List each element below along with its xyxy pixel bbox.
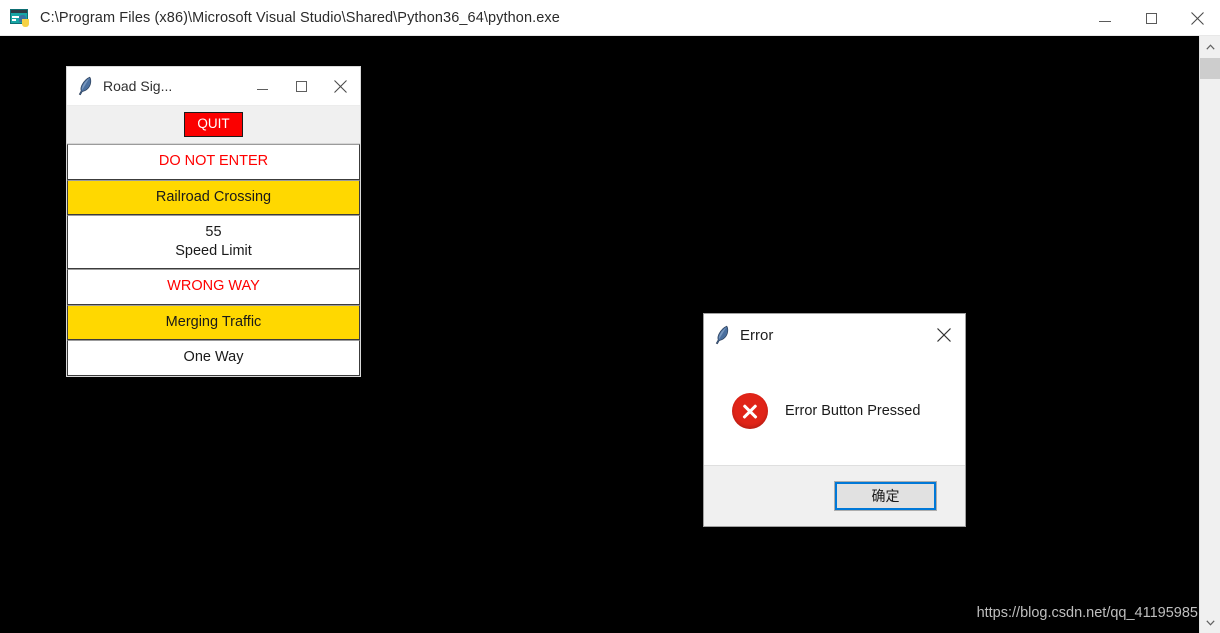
road-signs-titlebar: Road Sig... — [67, 67, 360, 106]
error-dialog-title: Error — [740, 326, 774, 344]
road-sign-button[interactable]: Railroad Crossing — [67, 179, 360, 216]
road-sign-button-label: WRONG WAY — [167, 278, 260, 295]
python-console-icon — [9, 7, 31, 29]
road-sign-button-label: 55 — [205, 224, 222, 241]
error-dialog-footer: 确定 — [704, 465, 965, 526]
road-sign-button-label: One Way — [183, 349, 244, 366]
road-sign-button[interactable]: Merging Traffic — [67, 304, 360, 341]
maximize-icon — [296, 81, 307, 92]
console-minimize-button[interactable] — [1082, 0, 1128, 36]
error-message: Error Button Pressed — [785, 402, 921, 419]
road-sign-button-sublabel: Speed Limit — [175, 242, 252, 259]
road-sign-button[interactable]: WRONG WAY — [67, 269, 360, 305]
console-title: C:\Program Files (x86)\Microsoft Visual … — [40, 9, 560, 26]
road-signs-maximize-button[interactable] — [282, 67, 321, 106]
console-close-button[interactable] — [1174, 0, 1220, 36]
console-maximize-button[interactable] — [1128, 0, 1174, 36]
road-signs-close-button[interactable] — [321, 67, 360, 106]
quit-button-row: QUIT — [67, 106, 360, 144]
python-console-window: C:\Program Files (x86)\Microsoft Visual … — [0, 0, 1220, 633]
quit-button[interactable]: QUIT — [184, 111, 243, 138]
error-dialog: Error Error Button Pressed 确定 — [703, 313, 966, 527]
road-signs-minimize-button[interactable] — [243, 67, 282, 106]
road-signs-title: Road Sig... — [103, 78, 173, 94]
close-icon — [1190, 11, 1204, 25]
road-sign-button[interactable]: 55 Speed Limit — [67, 215, 360, 270]
road-signs-caption-buttons — [243, 67, 360, 106]
road-signs-window: Road Sig... QUIT DO NOT ENTER Railroad C… — [67, 67, 360, 376]
scrollbar-thumb[interactable] — [1200, 58, 1220, 79]
error-circle-icon — [732, 392, 768, 429]
road-sign-button[interactable]: One Way — [67, 340, 360, 376]
chevron-up-icon — [1206, 43, 1215, 50]
console-titlebar: C:\Program Files (x86)\Microsoft Visual … — [0, 0, 1220, 36]
console-caption-buttons — [1082, 0, 1220, 36]
ok-button[interactable]: 确定 — [834, 481, 937, 511]
scrollbar-up-button[interactable] — [1200, 36, 1220, 57]
minimize-icon — [1099, 20, 1111, 22]
minimize-icon — [257, 88, 268, 90]
close-icon — [937, 328, 951, 342]
maximize-icon — [1145, 12, 1157, 24]
console-vertical-scrollbar[interactable] — [1199, 36, 1220, 633]
close-icon — [334, 80, 347, 93]
error-dialog-body: Error Button Pressed — [704, 356, 965, 465]
road-sign-button-label: Railroad Crossing — [155, 188, 272, 205]
watermark-text: https://blog.csdn.net/qq_41195985 — [976, 605, 1198, 621]
error-dialog-close-button[interactable] — [923, 314, 965, 356]
road-sign-button[interactable]: DO NOT ENTER — [67, 144, 360, 180]
road-sign-button-label: DO NOT ENTER — [158, 153, 269, 169]
scrollbar-down-button[interactable] — [1200, 612, 1220, 633]
road-sign-button-label: Merging Traffic — [165, 313, 262, 330]
tkinter-feather-icon — [715, 325, 729, 345]
road-sign-button-list: DO NOT ENTER Railroad Crossing 55 Speed Lim… — [67, 144, 360, 376]
chevron-down-icon — [1206, 619, 1215, 626]
tkinter-feather-icon — [78, 76, 92, 96]
error-dialog-titlebar: Error — [704, 314, 965, 356]
